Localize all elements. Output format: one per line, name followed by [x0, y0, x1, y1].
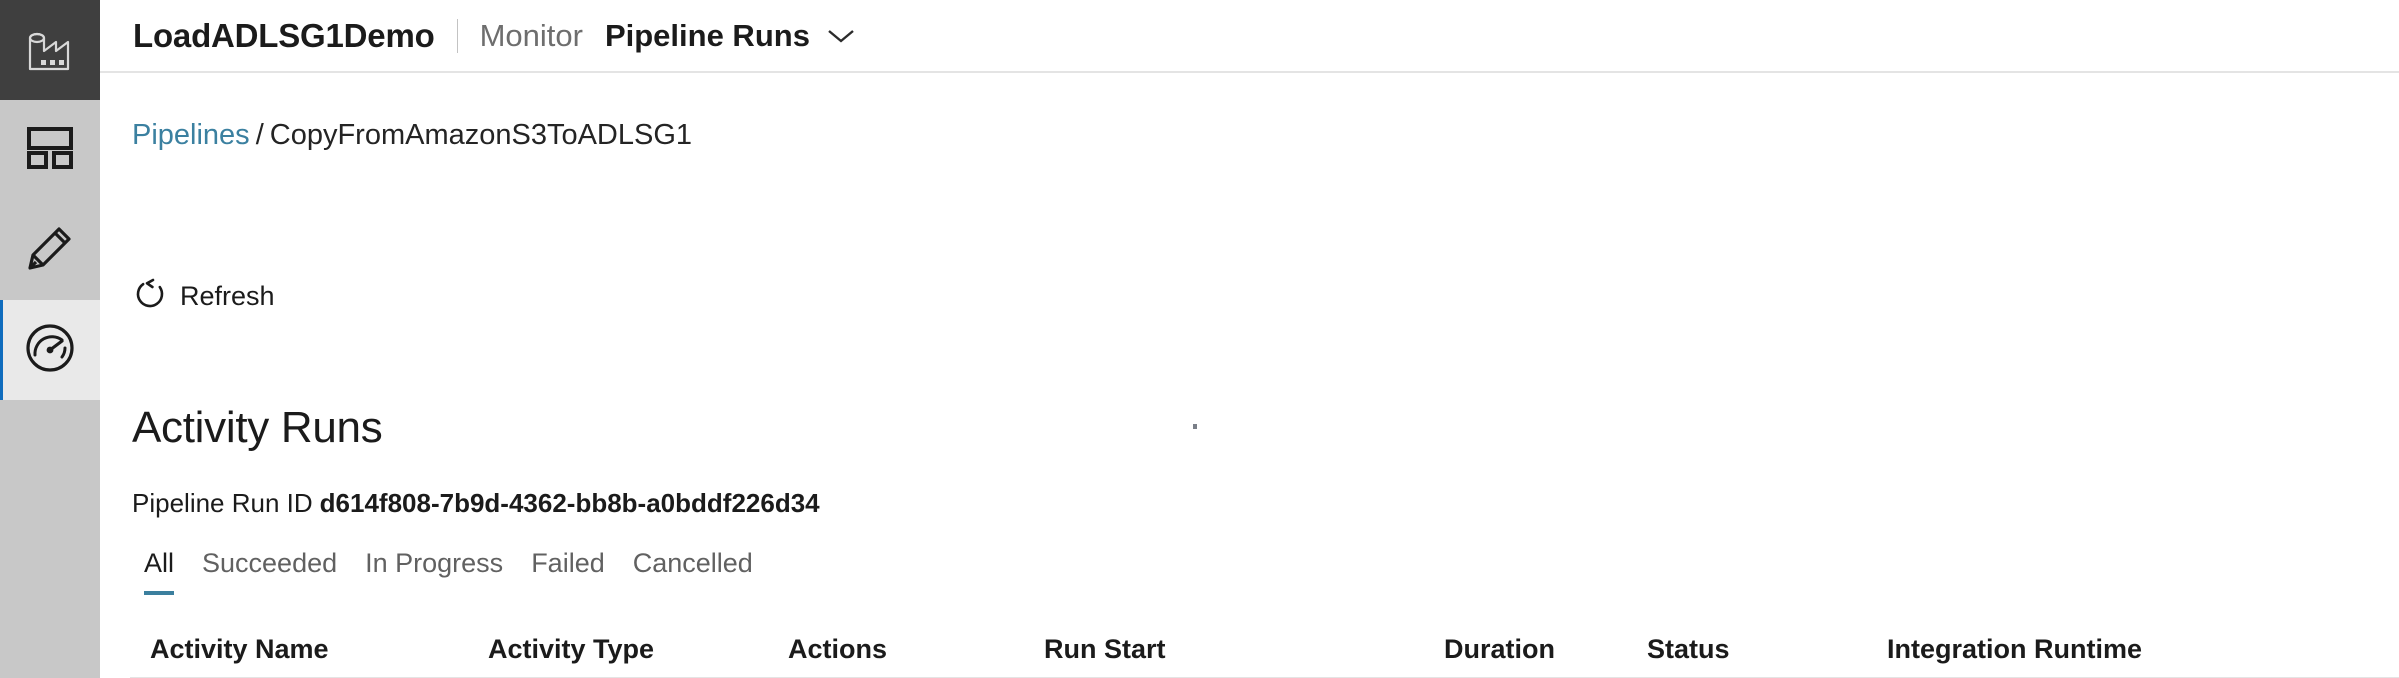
page-title: Activity Runs [132, 403, 383, 452]
dashboard-icon [27, 126, 73, 174]
column-header-run-start: Run Start [1044, 633, 1166, 664]
breadcrumb-current: CopyFromAmazonS3ToADLSG1 [269, 119, 693, 151]
refresh-button[interactable]: Refresh [134, 278, 275, 315]
page-app-title: LoadADLSG1Demo [133, 16, 435, 54]
pipeline-run-id: Pipeline Run ID d614f808-7b9d-4362-bb8b-a… [132, 488, 820, 519]
column-header-duration: Duration [1444, 633, 1555, 664]
column-header-integration-runtime: Integration Runtime [1887, 633, 2142, 664]
tab-all[interactable]: All [130, 548, 188, 595]
topbar-current-view[interactable]: Pipeline Runs [605, 18, 810, 54]
tab-in-progress[interactable]: In Progress [351, 548, 517, 595]
column-header-actions: Actions [788, 633, 888, 664]
pipeline-run-id-value: d614f808-7b9d-4362-bb8b-a0bddf226d34 [319, 488, 820, 518]
tab-cancelled[interactable]: Cancelled [619, 548, 767, 595]
stray-pixel-artifact [1193, 424, 1197, 429]
gauge-icon [24, 322, 76, 379]
column-header-activity-type: Activity Type [488, 633, 655, 664]
breadcrumb-link-pipelines[interactable]: Pipelines [132, 119, 250, 151]
sidebar-item-monitor[interactable] [0, 300, 100, 400]
sidebar-item-home[interactable] [0, 100, 100, 200]
title-divider [456, 18, 458, 53]
refresh-label: Refresh [180, 281, 275, 311]
pipeline-run-id-label: Pipeline Run ID [132, 488, 313, 518]
table-header-row: Activity Name Activity Type Actions Run … [130, 621, 2399, 678]
column-header-activity-name: Activity Name [150, 633, 329, 664]
top-navigation-bar: LoadADLSG1Demo Monitor Pipeline Runs [100, 0, 2399, 71]
topbar-section-label[interactable]: Monitor [480, 18, 583, 54]
factory-icon [0, 0, 100, 100]
tab-failed[interactable]: Failed [517, 548, 619, 595]
column-header-status: Status [1647, 633, 1730, 664]
app-root: LoadADLSG1Demo Monitor Pipeline Runs Pip… [0, 0, 2399, 678]
left-navigation-rail [0, 0, 100, 678]
breadcrumb: Pipelines / CopyFromAmazonS3ToADLSG1 [132, 119, 692, 152]
pencil-icon [26, 224, 74, 277]
tab-succeeded[interactable]: Succeeded [188, 548, 351, 595]
breadcrumb-separator: / [255, 119, 264, 151]
chevron-down-icon[interactable] [826, 27, 856, 45]
refresh-icon [134, 278, 166, 315]
main-content: Pipelines / CopyFromAmazonS3ToADLSG1 Refre… [100, 73, 2399, 678]
status-filter-tabs: All Succeeded In Progress Failed Cancelled [130, 548, 767, 595]
activity-runs-table: Activity Name Activity Type Actions Run … [130, 621, 2399, 678]
sidebar-item-author[interactable] [0, 200, 100, 300]
